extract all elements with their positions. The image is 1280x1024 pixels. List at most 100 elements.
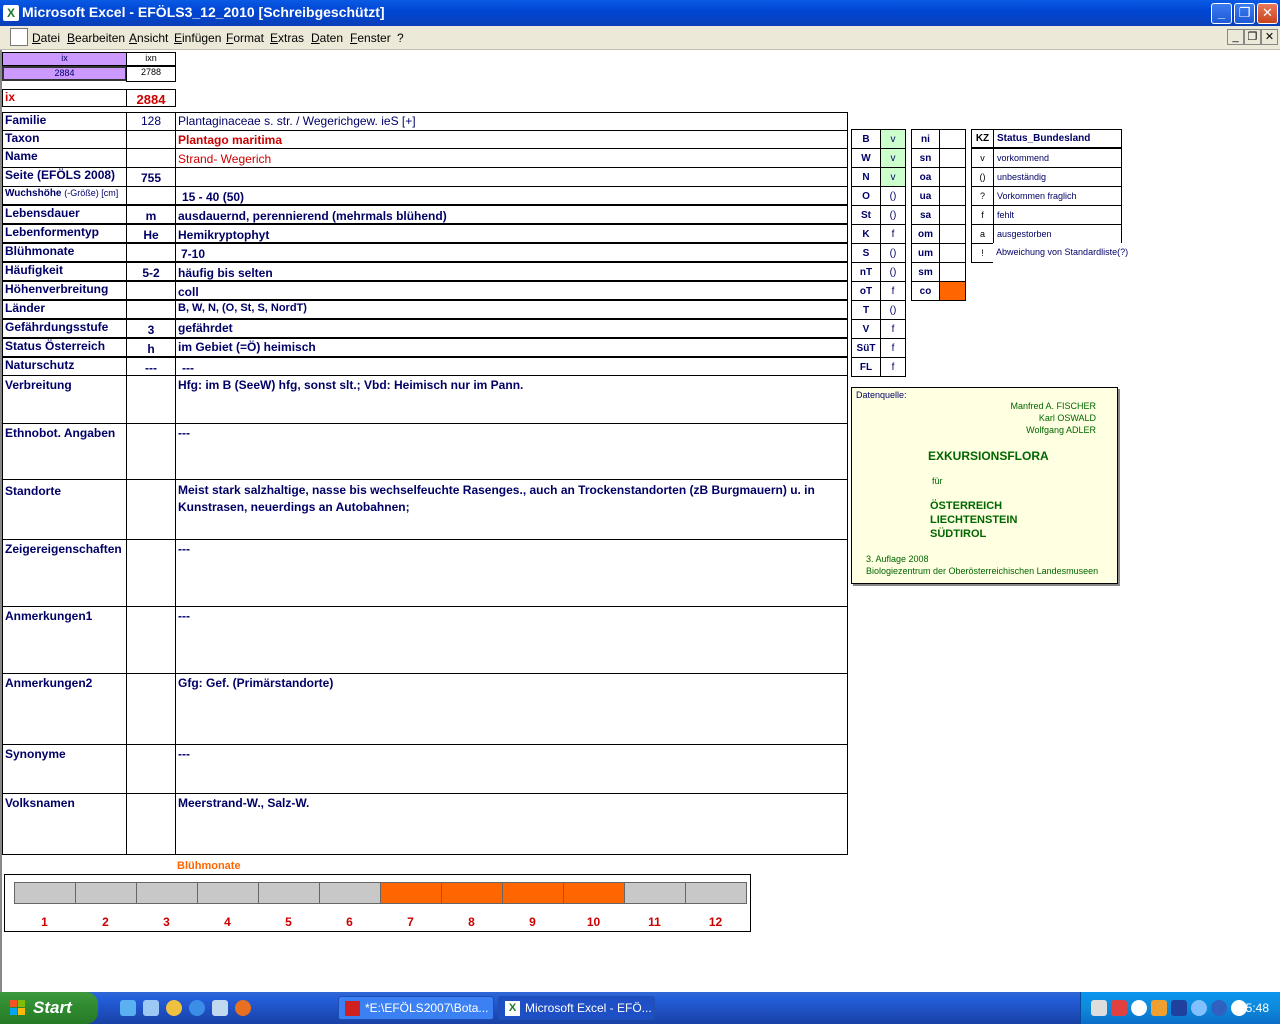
state-status-9[interactable]: () — [880, 300, 906, 320]
value-seite[interactable] — [175, 167, 848, 187]
task-button-excel[interactable]: X Microsoft Excel - EFÖ... — [498, 996, 655, 1020]
restore-button[interactable]: ❐ — [1234, 3, 1255, 24]
value-taxon[interactable]: Plantago maritima — [175, 130, 848, 149]
menu-daten[interactable]: Daten — [311, 31, 343, 45]
state-status-0[interactable]: v — [880, 129, 906, 149]
state-status-3[interactable]: () — [880, 186, 906, 206]
zone-value-0[interactable] — [939, 129, 966, 149]
code-status-oesterreich[interactable]: h — [126, 338, 176, 357]
state-status-2[interactable]: v — [880, 167, 906, 187]
ixn-value-cell[interactable]: 2788 — [126, 66, 176, 82]
value-anmerkungen1[interactable]: --- — [175, 606, 848, 674]
tray-shield-icon[interactable] — [1171, 1000, 1187, 1016]
minimize-button[interactable]: _ — [1211, 3, 1232, 24]
value-bluehmonate[interactable]: 7-10 — [175, 243, 848, 262]
task-button-editor[interactable]: *E:\EFÖLS2007\Bota... — [338, 996, 494, 1020]
value-zeigereigenschaften[interactable]: --- — [175, 539, 848, 607]
state-status-10[interactable]: f — [880, 319, 906, 339]
value-laender[interactable]: B, W, N, (O, St, S, NordT) — [175, 300, 848, 319]
code-anmerkungen2[interactable] — [126, 673, 176, 745]
value-standorte[interactable]: Meist stark salzhaltige, nasse bis wechs… — [175, 479, 848, 540]
value-volksnamen[interactable]: Meerstrand-W., Salz-W. — [175, 793, 848, 855]
start-button[interactable]: Start — [0, 992, 98, 1024]
code-anmerkungen1[interactable] — [126, 606, 176, 674]
menu-fenster[interactable]: Fenster — [350, 31, 391, 45]
menu-einfuegen[interactable]: Einfügen — [174, 31, 221, 45]
value-synonyme[interactable]: --- — [175, 744, 848, 794]
menu-help[interactable]: ? — [397, 31, 404, 45]
zone-value-5[interactable] — [939, 224, 966, 244]
menu-extras[interactable]: Extras — [270, 31, 304, 45]
code-wuchshoehe[interactable] — [126, 186, 176, 205]
code-verbreitung[interactable] — [126, 375, 176, 424]
code-laender[interactable] — [126, 300, 176, 319]
zone-value-7[interactable] — [939, 262, 966, 282]
value-gefaehrdungsstufe[interactable]: gefährdet — [175, 319, 848, 338]
code-zeigereigenschaften[interactable] — [126, 539, 176, 607]
tray-security-icon[interactable] — [1151, 1000, 1167, 1016]
quicklaunch-media-icon[interactable] — [166, 1000, 182, 1016]
value-lebensdauer[interactable]: ausdauernd, perennierend (mehrmals blühe… — [175, 205, 848, 224]
doc-restore-button[interactable]: ❐ — [1244, 29, 1261, 45]
value-anmerkungen2[interactable]: Gfg: Gef. (Primärstandorte) — [175, 673, 848, 745]
tray-search-icon[interactable] — [1131, 1000, 1147, 1016]
code-naturschutz[interactable]: --- — [126, 357, 176, 376]
value-name[interactable]: Strand- Wegerich — [175, 148, 848, 168]
state-status-11[interactable]: f — [880, 338, 906, 358]
menu-format[interactable]: Format — [226, 31, 264, 45]
code-standorte[interactable] — [126, 479, 176, 540]
state-status-12[interactable]: f — [880, 357, 906, 377]
value-status-oesterreich[interactable]: im Gebiet (=Ö) heimisch — [175, 338, 848, 357]
state-status-6[interactable]: () — [880, 243, 906, 263]
value-wuchshoehe[interactable]: 15 - 40 (50) — [175, 186, 848, 205]
menu-ansicht[interactable]: Ansicht — [129, 31, 168, 45]
code-hoehenverbreitung[interactable] — [126, 281, 176, 300]
menu-datei[interactable]: Datei — [32, 31, 60, 45]
quicklaunch-mail-icon[interactable] — [212, 1000, 228, 1016]
value-verbreitung[interactable]: Hfg: im B (SeeW) hfg, sonst slt.; Vbd: H… — [175, 375, 848, 424]
code-taxon[interactable] — [126, 130, 176, 149]
quicklaunch-desktop-icon[interactable] — [120, 1000, 136, 1016]
code-haeufigkeit[interactable]: 5-2 — [126, 262, 176, 281]
state-status-1[interactable]: v — [880, 148, 906, 168]
ix-value-cell[interactable]: 2884 — [2, 66, 127, 81]
zone-value-1[interactable] — [939, 148, 966, 168]
zone-value-8[interactable] — [939, 281, 966, 301]
document-icon[interactable] — [10, 28, 28, 46]
zone-value-3[interactable] — [939, 186, 966, 206]
value-lebenformentyp[interactable]: Hemikryptophyt — [175, 224, 848, 243]
quicklaunch-firefox-icon[interactable] — [235, 1000, 251, 1016]
zone-value-4[interactable] — [939, 205, 966, 225]
value-naturschutz[interactable]: --- — [175, 357, 848, 376]
tray-info-icon[interactable] — [1211, 1000, 1227, 1016]
close-button[interactable]: ✕ — [1257, 3, 1278, 24]
state-status-5[interactable]: f — [880, 224, 906, 244]
tray-alert-icon[interactable] — [1111, 1000, 1127, 1016]
code-lebensdauer[interactable]: m — [126, 205, 176, 224]
code-synonyme[interactable] — [126, 744, 176, 794]
menu-bearbeiten[interactable]: Bearbeiten — [67, 31, 125, 45]
code-gefaehrdungsstufe[interactable]: 3 — [126, 319, 176, 338]
quicklaunch-ie-icon[interactable] — [189, 1000, 205, 1016]
tray-network-icon[interactable] — [1091, 1000, 1107, 1016]
tray-update-icon[interactable] — [1191, 1000, 1207, 1016]
zone-value-6[interactable] — [939, 243, 966, 263]
code-familie[interactable]: 128 — [126, 112, 176, 131]
doc-minimize-button[interactable]: _ — [1227, 29, 1244, 45]
code-bluehmonate[interactable] — [126, 243, 176, 262]
state-status-4[interactable]: () — [880, 205, 906, 225]
doc-close-button[interactable]: ✕ — [1261, 29, 1278, 45]
code-lebenformentyp[interactable]: He — [126, 224, 176, 243]
state-status-7[interactable]: () — [880, 262, 906, 282]
quicklaunch-network-icon[interactable] — [143, 1000, 159, 1016]
state-status-8[interactable]: f — [880, 281, 906, 301]
value-ethnobot[interactable]: --- — [175, 423, 848, 480]
zone-value-2[interactable] — [939, 167, 966, 187]
code-name[interactable] — [126, 148, 176, 168]
ix-big-value[interactable]: 2884 — [126, 89, 176, 107]
value-haeufigkeit[interactable]: häufig bis selten — [175, 262, 848, 281]
value-familie[interactable]: Plantaginaceae s. str. / Wegerichgew. ie… — [175, 112, 848, 131]
code-seite[interactable]: 755 — [126, 167, 176, 187]
value-hoehenverbreitung[interactable]: coll — [175, 281, 848, 300]
code-volksnamen[interactable] — [126, 793, 176, 855]
